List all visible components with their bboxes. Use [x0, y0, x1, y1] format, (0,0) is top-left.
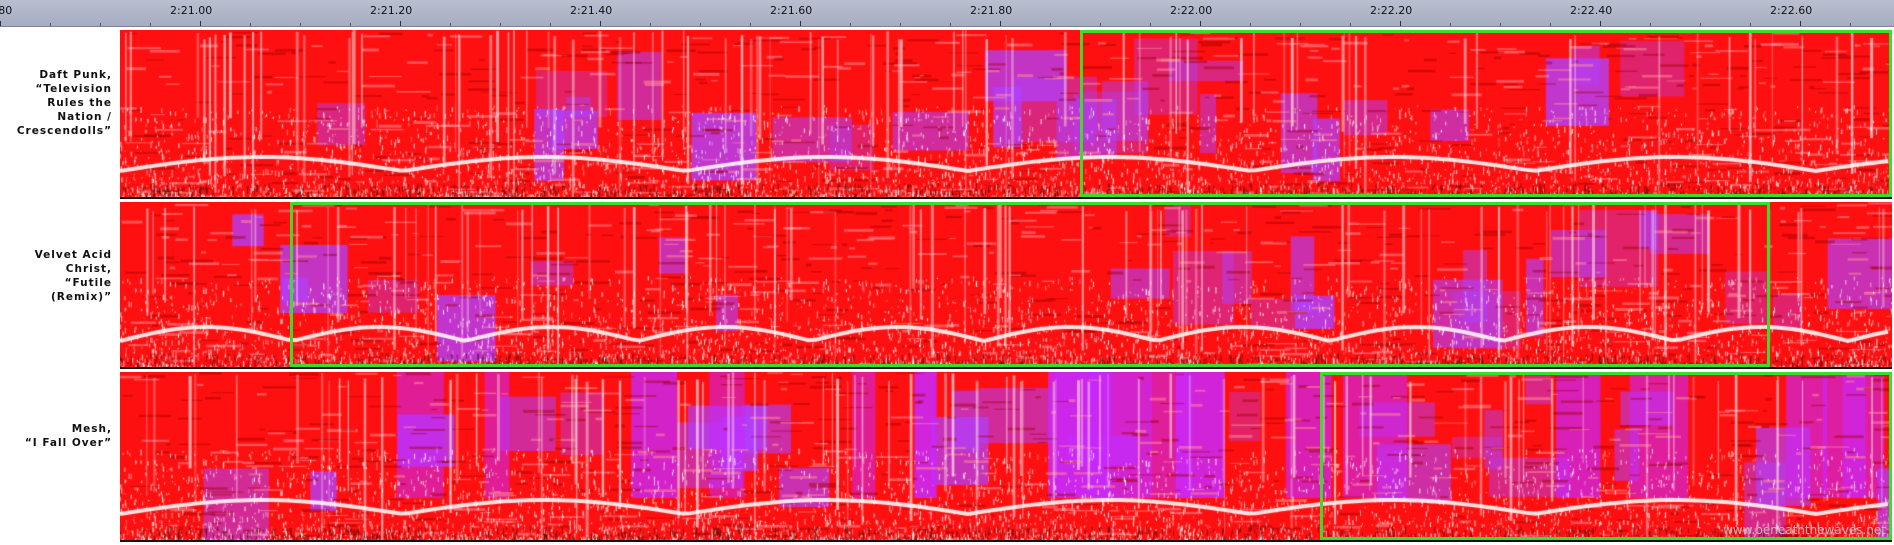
- ruler-minor-mark: [1450, 23, 1451, 26]
- ruler-minor-mark: [900, 23, 901, 26]
- ruler-tick-mark: [0, 21, 1, 26]
- ruler-minor-mark: [650, 23, 651, 26]
- ruler-tick-label: 2:20.80: [0, 4, 13, 17]
- ruler-minor-mark: [300, 23, 301, 26]
- spectrogram-track-daft-punk[interactable]: [120, 30, 1892, 199]
- ruler-tick-mark: [1000, 21, 1001, 26]
- spectrogram-track-mesh[interactable]: [120, 372, 1892, 542]
- ruler-minor-mark: [1850, 23, 1851, 26]
- ruler-minor-mark: [1550, 23, 1551, 26]
- ruler-tick-label: 2:22.40: [1570, 4, 1613, 17]
- ruler-minor-mark: [350, 23, 351, 26]
- ruler-minor-mark: [1650, 23, 1651, 26]
- track-label-mesh: Mesh, “I Fall Over”: [24, 423, 112, 449]
- ruler-minor-mark: [1050, 23, 1051, 26]
- ruler-minor-mark: [950, 23, 951, 26]
- ruler-tick-label: 2:21.80: [970, 4, 1013, 17]
- ruler-tick-mark: [1600, 21, 1601, 26]
- ruler-minor-mark: [1100, 23, 1101, 26]
- ruler-minor-mark: [1250, 23, 1251, 26]
- watermark: www.beneaththewaves.net: [1723, 523, 1886, 537]
- ruler-minor-mark: [1500, 23, 1501, 26]
- ruler-minor-mark: [550, 23, 551, 26]
- ruler-minor-mark: [150, 23, 151, 26]
- matched-segment-outline[interactable]: [1080, 30, 1892, 197]
- track-label-daft-punk: Daft Punk, “Television Rules the Nation …: [16, 69, 112, 137]
- ruler-tick-label: 2:21.40: [570, 4, 613, 17]
- ruler-minor-mark: [850, 23, 851, 26]
- ruler-minor-mark: [100, 23, 101, 26]
- ruler-tick-label: 2:22.20: [1370, 4, 1413, 17]
- ruler-minor-mark: [1700, 23, 1701, 26]
- ruler-minor-mark: [500, 23, 501, 26]
- ruler-tick-mark: [400, 21, 401, 26]
- ruler-minor-mark: [450, 23, 451, 26]
- ruler-tick-label: 2:21.00: [170, 4, 213, 17]
- ruler-tick-mark: [200, 21, 201, 26]
- ruler-tick-label: 2:21.20: [370, 4, 413, 17]
- ruler-tick-mark: [1200, 21, 1201, 26]
- ruler-minor-mark: [1350, 23, 1351, 26]
- timeline-ruler[interactable]: 2:20.80 2:21.00 2:21.20 2:21.40 2:21.60 2:21.…: [0, 0, 1894, 27]
- spectrogram-track-velvet-acid-christ[interactable]: [120, 202, 1892, 369]
- ruler-minor-mark: [250, 23, 251, 26]
- ruler-tick-mark: [1400, 21, 1401, 26]
- matched-segment-outline[interactable]: [290, 202, 1770, 367]
- ruler-tick-label: 2:21.60: [770, 4, 813, 17]
- matched-segment-outline[interactable]: [1320, 372, 1892, 540]
- track-label-velvet-acid-christ: Velvet Acid Christ, “Futile (Remix)”: [34, 249, 112, 303]
- ruler-minor-mark: [1150, 23, 1151, 26]
- ruler-tick-label: 2:22.00: [1170, 4, 1213, 17]
- ruler-minor-mark: [1300, 23, 1301, 26]
- ruler-minor-mark: [700, 23, 701, 26]
- ruler-tick-mark: [1800, 21, 1801, 26]
- ruler-tick-mark: [600, 21, 601, 26]
- ruler-minor-mark: [50, 23, 51, 26]
- ruler-tick-label: 2:22.60: [1770, 4, 1813, 17]
- ruler-minor-mark: [750, 23, 751, 26]
- ruler-tick-mark: [800, 21, 801, 26]
- ruler-minor-mark: [1750, 23, 1751, 26]
